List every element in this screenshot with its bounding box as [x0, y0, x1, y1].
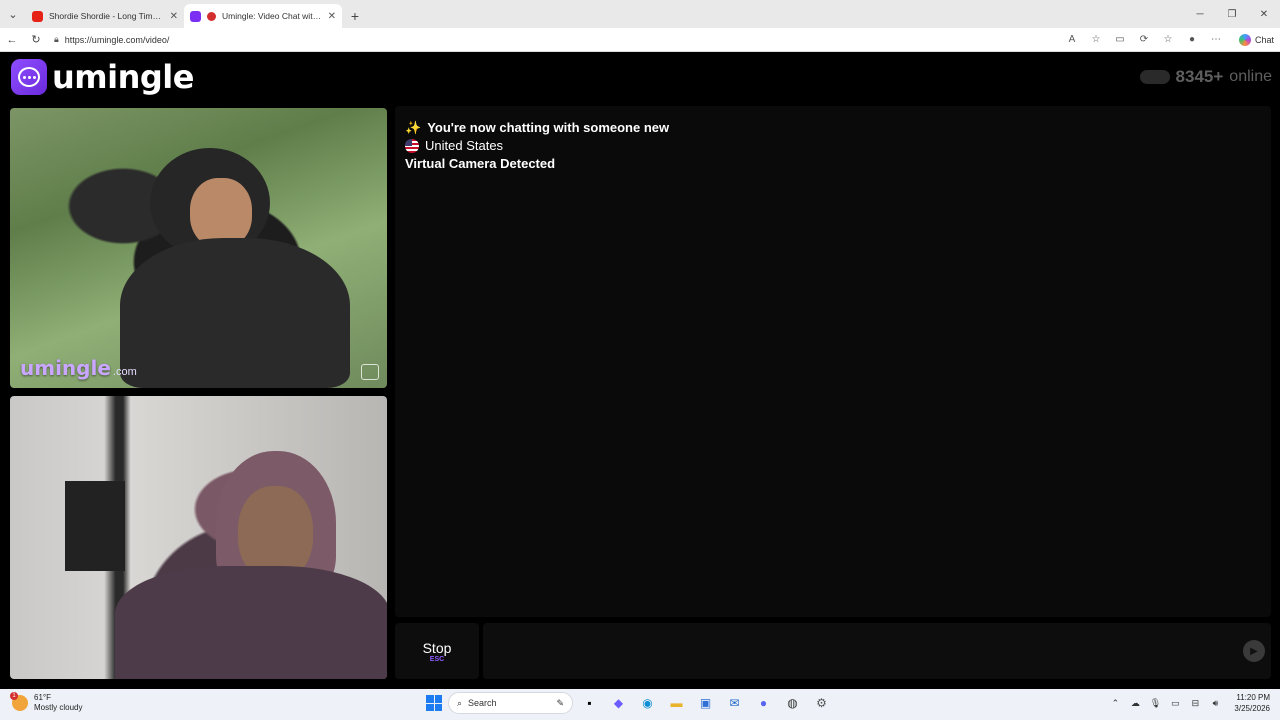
message-input[interactable]	[483, 623, 1271, 679]
window-controls: ─ ❐ ✕	[1184, 0, 1280, 28]
browser-tab-bar: ⌄ Shordie Shordie - Long Time (Offi ✕ Um…	[0, 0, 1280, 28]
back-icon[interactable]: ←	[0, 28, 24, 52]
microphone-icon[interactable]: 🎙︎	[1148, 698, 1162, 709]
site-logo[interactable]: umingle	[11, 58, 194, 96]
theme-toggle[interactable]	[1139, 70, 1170, 84]
search-highlight-icon: ✎	[556, 697, 564, 708]
microsoft-store-icon[interactable]: ▣	[693, 692, 718, 714]
tab-title: Umingle: Video Chat with Stra	[222, 11, 324, 21]
remote-video: umingle .com	[10, 108, 387, 388]
tab-shordie[interactable]: Shordie Shordie - Long Time (Offi ✕	[26, 4, 184, 28]
browser-actions: A ☆ ▭ ⟳ ☆ ● ⋯	[1061, 30, 1233, 50]
clock-time: 11:20 PM	[1236, 693, 1270, 702]
search-icon: ⌕	[457, 697, 463, 708]
network-icon[interactable]: ⊟	[1188, 698, 1202, 709]
copilot-icon	[1238, 33, 1251, 46]
favorites-icon[interactable]: ☆	[1157, 30, 1179, 50]
report-icon[interactable]	[361, 364, 379, 380]
chat-controls: Stop ESC ▶	[395, 623, 1271, 679]
lock-icon: 🔒︎	[54, 34, 59, 44]
windows-start-icon[interactable]	[424, 693, 444, 713]
chat-log: ✨ You're now chatting with someone new U…	[395, 106, 1271, 617]
copilot-app-icon[interactable]: ◆	[606, 692, 631, 714]
tray-overflow-icon[interactable]: ⌃	[1108, 698, 1122, 709]
weather-widget[interactable]: 1 61°F Mostly cloudy	[10, 692, 83, 713]
close-tab-icon[interactable]: ✕	[328, 11, 336, 22]
remote-subject-body	[120, 238, 350, 388]
outlook-icon[interactable]: ✉	[722, 692, 747, 714]
extensions-icon[interactable]: ⟳	[1133, 30, 1155, 50]
status-message-virtual-camera: Virtual Camera Detected	[405, 156, 556, 171]
weather-alert-badge: 1	[10, 692, 18, 700]
tab-title: Shordie Shordie - Long Time (Offi	[49, 11, 166, 21]
url-field[interactable]: 🔒︎ https://umingle.com/video/	[54, 30, 1061, 50]
us-flag-icon	[405, 139, 419, 153]
file-explorer-icon[interactable]: ▬	[664, 692, 689, 714]
send-icon[interactable]: ▶	[1243, 640, 1265, 662]
page-content: umingle 8345+ online umingle .com ✨ You'…	[0, 53, 1280, 687]
search-placeholder: Search	[468, 698, 497, 708]
taskbar-apps: ⌕ Search ✎ ▪ ◆ ◉ ▬ ▣ ✉ ● ◍ ⚙	[424, 692, 834, 714]
display-icon[interactable]: ▭	[1168, 698, 1182, 709]
profile-icon[interactable]: ●	[1181, 30, 1203, 50]
new-tab-button[interactable]: +	[342, 4, 368, 28]
tab-umingle[interactable]: Umingle: Video Chat with Stra ✕	[184, 4, 342, 28]
system-clock[interactable]: 11:20 PM 3/25/2026	[1234, 692, 1270, 714]
close-tab-icon[interactable]: ✕	[170, 11, 178, 22]
weather-temp: 61°F	[34, 693, 51, 702]
stop-label: Stop	[422, 639, 452, 656]
youtube-favicon-icon	[32, 10, 43, 22]
umingle-favicon-icon	[190, 10, 201, 22]
volume-icon[interactable]: 🔊︎	[1208, 698, 1222, 709]
clock-date: 3/25/2026	[1234, 704, 1270, 713]
restore-icon[interactable]: ❐	[1216, 0, 1248, 28]
copilot-chat-button[interactable]: Chat	[1233, 33, 1280, 46]
app-notification-icon[interactable]: ◍	[780, 692, 805, 714]
refresh-icon[interactable]: ↻	[24, 28, 48, 52]
tab-actions-menu-icon[interactable]: ⌄	[0, 0, 26, 28]
copilot-label: Chat	[1254, 34, 1274, 45]
settings-gear-icon[interactable]: ⚙	[809, 692, 834, 714]
background-monitor	[65, 481, 125, 571]
recording-indicator-icon	[207, 11, 216, 21]
weather-desc: Mostly cloudy	[34, 703, 83, 712]
status-message-country: United States	[405, 137, 1261, 155]
logo-text: umingle	[52, 58, 194, 96]
more-options-icon[interactable]: ⋯	[1205, 30, 1227, 50]
onedrive-icon[interactable]: ☁	[1128, 698, 1142, 709]
umingle-watermark: umingle .com	[20, 356, 137, 380]
favorite-star-icon[interactable]: ☆	[1085, 30, 1107, 50]
windows-taskbar: 1 61°F Mostly cloudy ⌕ Search ✎ ▪ ◆ ◉ ▬ …	[0, 689, 1280, 720]
close-window-icon[interactable]: ✕	[1248, 0, 1280, 28]
status-message-new-partner: ✨ You're now chatting with someone new	[405, 120, 670, 135]
taskbar-search[interactable]: ⌕ Search ✎	[448, 692, 573, 714]
minimize-icon[interactable]: ─	[1184, 0, 1216, 28]
online-indicator: 8345+ online	[1139, 67, 1272, 87]
chat-bubble-logo-icon	[11, 59, 47, 95]
address-bar: ← ↻ 🔒︎ https://umingle.com/video/ A ☆ ▭ …	[0, 28, 1280, 52]
online-label: online	[1229, 68, 1272, 85]
local-video	[10, 396, 387, 679]
task-view-icon[interactable]: ▪	[577, 692, 602, 714]
url-text: https://umingle.com/video/	[64, 34, 170, 45]
stop-button[interactable]: Stop ESC	[395, 623, 479, 679]
weather-sun-icon: 1	[10, 692, 28, 711]
local-subject-body	[115, 566, 387, 679]
stop-shortcut: ESC	[429, 655, 445, 663]
online-count: 8345+	[1175, 67, 1224, 86]
sparkle-icon: ✨	[405, 120, 422, 135]
edge-icon[interactable]: ◉	[635, 692, 660, 714]
split-screen-icon[interactable]: ▭	[1109, 30, 1131, 50]
read-aloud-icon[interactable]: A	[1061, 30, 1083, 50]
discord-icon[interactable]: ●	[751, 692, 776, 714]
system-tray: ⌃ ☁ 🎙︎ ▭ ⊟ 🔊︎ 11:20 PM 3/25/2026	[1108, 692, 1270, 714]
